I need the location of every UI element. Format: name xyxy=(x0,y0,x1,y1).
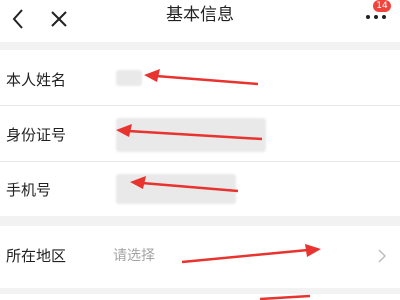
personal-info-section: 本人姓名 身份证号 手机号 xyxy=(0,50,400,216)
id-number-label: 身份证号 xyxy=(6,126,67,144)
phone-label: 手机号 xyxy=(6,181,52,199)
more-dots-icon[interactable] xyxy=(364,10,390,24)
next-section xyxy=(0,294,400,300)
region-placeholder[interactable]: 请选择 xyxy=(113,245,155,265)
phone-value-blurred xyxy=(116,174,236,204)
id-number-row[interactable]: 身份证号 xyxy=(0,106,400,161)
phone-row[interactable]: 手机号 xyxy=(0,162,400,216)
region-section: 所在地区 请选择 xyxy=(0,226,400,288)
name-label: 本人姓名 xyxy=(6,71,67,89)
notification-badge: 14 xyxy=(373,0,391,12)
id-number-value-blurred xyxy=(116,118,266,152)
region-row[interactable]: 所在地区 请选择 xyxy=(0,226,400,288)
chevron-right-icon xyxy=(378,248,387,267)
page-title: 基本信息 xyxy=(166,5,234,25)
name-row[interactable]: 本人姓名 xyxy=(0,50,400,105)
region-label: 所在地区 xyxy=(6,247,67,265)
top-nav-bar: 基本信息 14 xyxy=(0,0,400,42)
name-value-blurred xyxy=(116,70,142,86)
